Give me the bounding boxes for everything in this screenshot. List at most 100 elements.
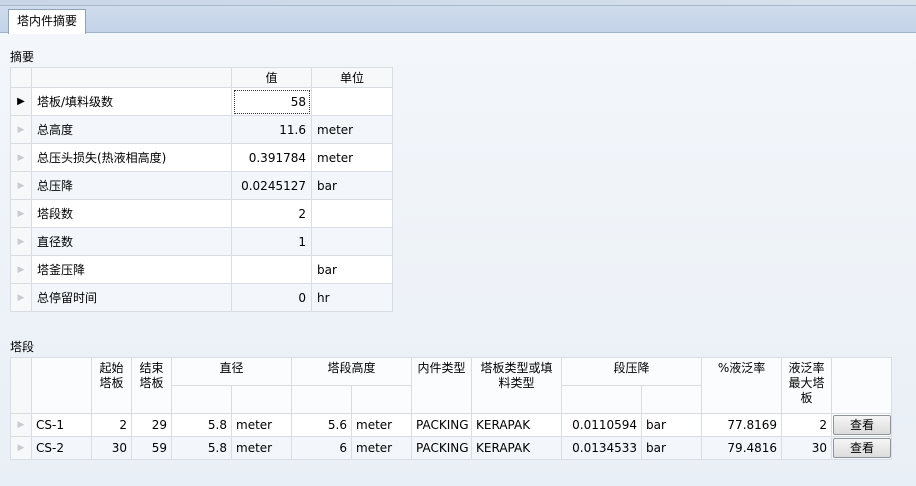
summary-row[interactable]: ▶ 塔段数 2 — [10, 199, 393, 228]
section-end-tray[interactable]: 59 — [131, 436, 172, 460]
section-diameter[interactable]: 5.8 — [171, 413, 232, 437]
section-action-cell: 查看 — [831, 413, 893, 437]
sections-header-flood-max-tray: 液泛率最大塔板 — [781, 357, 833, 414]
sections-subheader-cell — [171, 385, 232, 414]
summary-row-value[interactable]: 0.391784 — [231, 143, 312, 172]
sections-subheader-cell — [641, 385, 703, 414]
summary-row-value[interactable]: 0.0245127 — [231, 171, 312, 200]
summary-row-name: 塔板/填料级数 — [31, 87, 232, 116]
summary-section-title: 摘要 — [10, 50, 35, 64]
summary-grid: 值 单位 ▶ 塔板/填料级数 58 ▶ 总高度 11.6 meter ▶ 总压头… — [10, 67, 393, 312]
sections-subheader-cell — [351, 385, 413, 414]
sections-header-action — [831, 357, 893, 414]
summary-header-unit: 单位 — [311, 67, 393, 88]
section-pack-type[interactable]: KERAPAK — [471, 436, 563, 460]
section-flood: 79.4816 — [701, 436, 783, 460]
row-indicator-icon: ▶ — [10, 115, 32, 144]
summary-header-name — [31, 67, 232, 88]
section-height-unit: meter — [351, 413, 413, 437]
section-pressure-drop: 0.0110594 — [561, 413, 643, 437]
sections-header-flood: %液泛率 — [701, 357, 783, 414]
section-diameter-unit: meter — [230, 413, 293, 437]
row-indicator-icon: ▶ — [10, 283, 32, 312]
sections-subheader-cell — [291, 385, 353, 414]
row-indicator-icon: ▶ — [10, 143, 32, 172]
summary-row-name: 塔段数 — [31, 199, 232, 228]
section-height[interactable]: 5.6 — [291, 413, 353, 437]
sections-section-title: 塔段 — [10, 340, 35, 354]
summary-row-name: 总压头损失(热液相高度) — [31, 143, 232, 172]
section-flood-max-tray: 2 — [781, 413, 833, 437]
row-header-corner — [10, 67, 32, 88]
summary-row-value[interactable]: 11.6 — [231, 115, 312, 144]
row-header-corner — [10, 357, 32, 414]
section-pressure-drop-unit: bar — [641, 413, 703, 437]
summary-row-value[interactable] — [231, 255, 312, 284]
sections-grid: 起始塔板 结束塔板 直径 塔段高度 内件类型 塔板类型或填料类型 段压降 %液泛… — [10, 357, 893, 460]
section-row[interactable]: ▶ CS-1 2 29 5.8 meter 5.6 meter PACKING … — [10, 413, 893, 437]
summary-row[interactable]: ▶ 塔釜压降 bar — [10, 255, 393, 284]
sections-header-internal-type: 内件类型 — [411, 357, 473, 414]
section-start-tray[interactable]: 30 — [91, 436, 132, 460]
row-indicator-icon: ▶ — [10, 436, 32, 460]
summary-row[interactable]: ▶ 直径数 1 — [10, 227, 393, 256]
summary-header-row: 值 单位 — [10, 67, 393, 88]
sections-subheader-cell — [230, 385, 293, 414]
section-pressure-drop: 0.0134533 — [561, 436, 643, 460]
section-row[interactable]: ▶ CS-2 30 59 5.8 meter 6 meter PACKING K… — [10, 436, 893, 460]
sections-header-row: 起始塔板 结束塔板 直径 塔段高度 内件类型 塔板类型或填料类型 段压降 %液泛… — [10, 357, 893, 414]
summary-row-name: 塔釜压降 — [31, 255, 232, 284]
sections-header-end-tray: 结束塔板 — [131, 357, 172, 414]
summary-row-unit — [311, 199, 393, 228]
section-end-tray[interactable]: 29 — [131, 413, 172, 437]
view-button[interactable]: 查看 — [833, 438, 891, 458]
section-name: CS-1 — [31, 413, 92, 437]
section-diameter-unit: meter — [230, 436, 293, 460]
row-indicator-icon: ▶ — [10, 199, 32, 228]
summary-header-value: 值 — [231, 67, 312, 88]
summary-row-unit: hr — [311, 283, 393, 312]
summary-row-value[interactable]: 1 — [231, 227, 312, 256]
summary-row-unit: meter — [311, 143, 393, 172]
summary-row-name: 总高度 — [31, 115, 232, 144]
summary-row[interactable]: ▶ 塔板/填料级数 58 — [10, 87, 393, 116]
section-height[interactable]: 6 — [291, 436, 353, 460]
summary-row-unit — [311, 227, 393, 256]
section-action-cell: 查看 — [831, 436, 893, 460]
summary-row-value[interactable]: 0 — [231, 283, 312, 312]
sections-header-pressure-drop: 段压降 — [561, 357, 703, 386]
sections-header-tray-pack-type: 塔板类型或填料类型 — [471, 357, 563, 414]
section-internal-type[interactable]: PACKING — [411, 413, 473, 437]
view-button[interactable]: 查看 — [833, 415, 891, 435]
summary-row-value[interactable]: 2 — [231, 199, 312, 228]
sections-header-start-tray: 起始塔板 — [91, 357, 132, 414]
section-height-unit: meter — [351, 436, 413, 460]
sections-header-name — [31, 357, 92, 414]
summary-row-unit: bar — [311, 255, 393, 284]
sections-header-height: 塔段高度 — [291, 357, 413, 386]
summary-row[interactable]: ▶ 总高度 11.6 meter — [10, 115, 393, 144]
current-row-indicator-icon: ▶ — [10, 87, 32, 116]
summary-row[interactable]: ▶ 总压头损失(热液相高度) 0.391784 meter — [10, 143, 393, 172]
summary-row-value[interactable]: 58 — [231, 87, 312, 116]
summary-row-name: 总停留时间 — [31, 283, 232, 312]
tab-column-internals-summary[interactable]: 塔内件摘要 — [8, 9, 87, 34]
row-indicator-icon: ▶ — [10, 413, 32, 437]
section-diameter[interactable]: 5.8 — [171, 436, 232, 460]
row-indicator-icon: ▶ — [10, 227, 32, 256]
tab-bar: 塔内件摘要 — [0, 6, 916, 34]
summary-row-name: 直径数 — [31, 227, 232, 256]
summary-row-unit — [311, 87, 393, 116]
section-pack-type[interactable]: KERAPAK — [471, 413, 563, 437]
section-internal-type[interactable]: PACKING — [411, 436, 473, 460]
summary-row-name: 总压降 — [31, 171, 232, 200]
row-indicator-icon: ▶ — [10, 171, 32, 200]
section-pressure-drop-unit: bar — [641, 436, 703, 460]
summary-row[interactable]: ▶ 总停留时间 0 hr — [10, 283, 393, 312]
section-start-tray[interactable]: 2 — [91, 413, 132, 437]
summary-row-unit: bar — [311, 171, 393, 200]
sections-subheader-cell — [561, 385, 643, 414]
summary-row[interactable]: ▶ 总压降 0.0245127 bar — [10, 171, 393, 200]
sections-header-diameter: 直径 — [170, 357, 293, 386]
row-indicator-icon: ▶ — [10, 255, 32, 284]
